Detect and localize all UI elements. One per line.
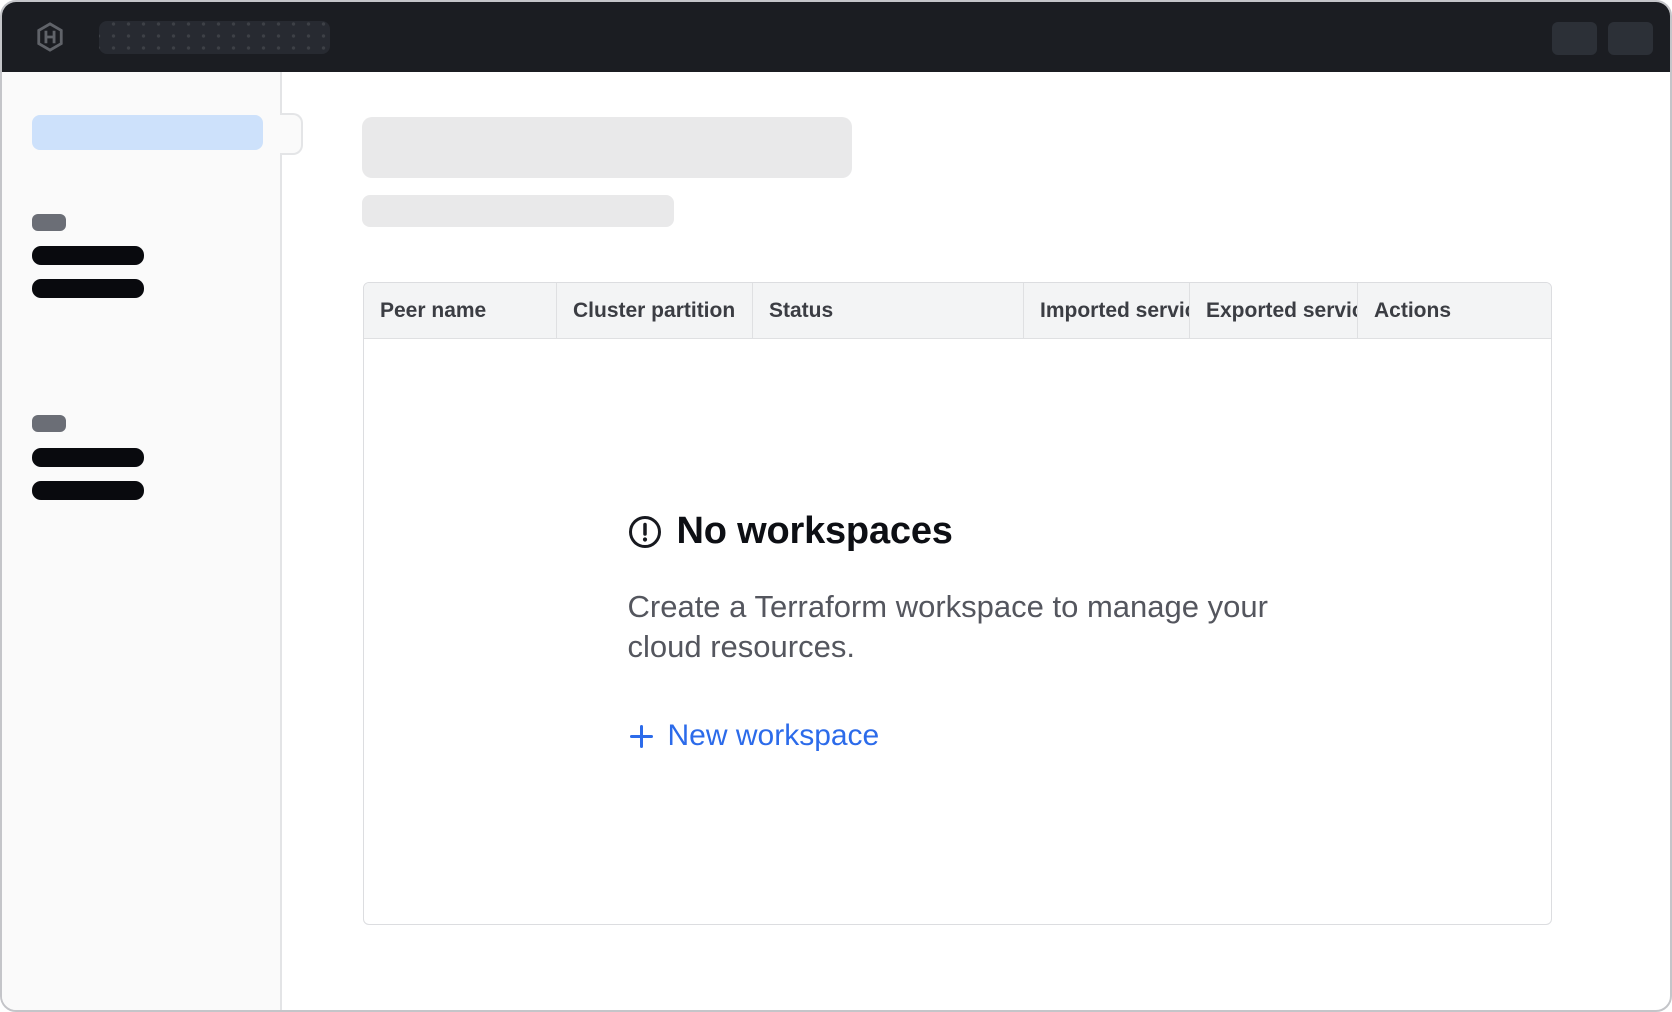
column-header-imported-services: Imported services [1024, 283, 1190, 338]
page-title-skeleton [362, 117, 852, 178]
alert-circle-icon [628, 515, 662, 549]
sidebar-active-item-skeleton[interactable] [32, 115, 263, 150]
plus-icon [628, 723, 655, 750]
app-window: Peer name Cluster partition Status Impor… [0, 0, 1672, 1012]
column-header-exported-services: Exported services [1190, 283, 1358, 338]
column-header-peer-name: Peer name [364, 283, 557, 338]
top-navbar [2, 2, 1672, 72]
sidebar-item-skeleton[interactable] [32, 448, 144, 467]
column-header-actions: Actions [1358, 283, 1551, 338]
empty-state: No workspaces Create a Terraform workspa… [628, 510, 1288, 753]
peers-table: Peer name Cluster partition Status Impor… [363, 282, 1552, 925]
sidebar-item-skeleton[interactable] [32, 246, 144, 265]
sidebar-group-label-skeleton [32, 214, 66, 231]
navbar-button-1[interactable] [1552, 22, 1597, 55]
column-header-status: Status [753, 283, 1024, 338]
table-header-row: Peer name Cluster partition Status Impor… [364, 283, 1551, 339]
sidebar-item-skeleton[interactable] [32, 279, 144, 298]
hashicorp-logo-icon[interactable] [35, 22, 65, 52]
navbar-placeholder-skeleton [99, 21, 330, 54]
page-subtitle-skeleton [362, 195, 674, 227]
sidebar [2, 72, 282, 1012]
column-header-cluster-partition: Cluster partition [557, 283, 753, 338]
empty-state-description: Create a Terraform workspace to manage y… [628, 587, 1288, 667]
table-body: No workspaces Create a Terraform workspa… [364, 339, 1551, 924]
sidebar-collapse-handle[interactable] [280, 113, 303, 155]
new-workspace-label: New workspace [668, 719, 880, 753]
new-workspace-button[interactable]: New workspace [628, 719, 880, 753]
sidebar-group-label-skeleton [32, 415, 66, 432]
navbar-button-2[interactable] [1608, 22, 1653, 55]
empty-state-title: No workspaces [677, 510, 953, 553]
sidebar-item-skeleton[interactable] [32, 481, 144, 500]
